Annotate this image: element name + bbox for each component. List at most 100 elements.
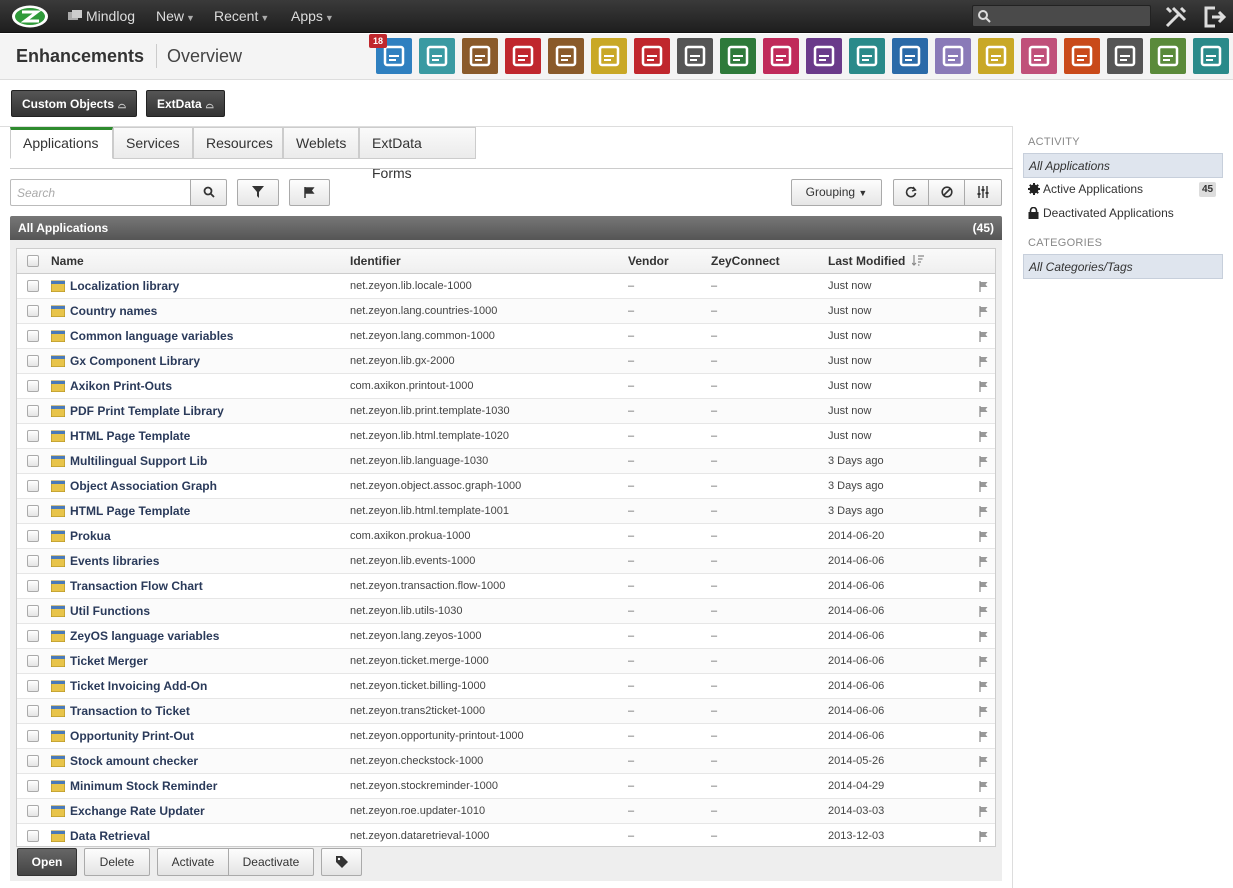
column-header-name[interactable]: Name xyxy=(51,249,84,274)
logout-icon[interactable] xyxy=(1201,4,1227,30)
filter-button[interactable] xyxy=(237,179,279,206)
column-header-identifier[interactable]: Identifier xyxy=(350,249,401,274)
row-checkbox[interactable] xyxy=(27,455,39,467)
table-row[interactable]: Multilingual Support Lib net.zeyon.lib.la… xyxy=(17,449,995,474)
app-name[interactable]: HTML Page Template xyxy=(70,499,345,524)
price-tag-icon[interactable] xyxy=(1150,38,1186,74)
app-name[interactable]: Object Association Graph xyxy=(70,474,345,499)
open-button[interactable]: Open xyxy=(17,848,77,876)
table-row[interactable]: Transaction to Ticket net.zeyon.trans2tic… xyxy=(17,699,995,724)
table-row[interactable]: Minimum Stock Reminder net.zeyon.stockrem… xyxy=(17,774,995,799)
search-button[interactable] xyxy=(190,179,227,206)
flag-icon[interactable] xyxy=(979,681,989,692)
table-row[interactable]: HTML Page Template net.zeyon.lib.html.tem… xyxy=(17,424,995,449)
calendar-icon[interactable] xyxy=(505,38,541,74)
row-checkbox[interactable] xyxy=(27,780,39,792)
custom-objects-button[interactable]: Custom Objects ⌓ xyxy=(11,90,137,117)
flag-icon[interactable] xyxy=(979,781,989,792)
table-row[interactable]: Events libraries net.zeyon.lib.events-100… xyxy=(17,549,995,574)
row-checkbox[interactable] xyxy=(27,330,39,342)
app-name[interactable]: Opportunity Print-Out xyxy=(70,724,345,749)
flag-icon[interactable] xyxy=(979,731,989,742)
table-row[interactable]: Stock amount checker net.zeyon.checkstock… xyxy=(17,749,995,774)
flag-icon[interactable] xyxy=(979,631,989,642)
truck-icon[interactable] xyxy=(849,38,885,74)
row-checkbox[interactable] xyxy=(27,680,39,692)
sidebar-item-deactivated-applications[interactable]: Deactivated Applications xyxy=(1028,203,1174,223)
row-checkbox[interactable] xyxy=(27,705,39,717)
notes-edit-icon[interactable] xyxy=(677,38,713,74)
app-name[interactable]: Axikon Print-Outs xyxy=(70,374,345,399)
table-row[interactable]: Data Retrieval net.zeyon.dataretrieval-10… xyxy=(17,824,995,846)
table-row[interactable]: Prokua com.axikon.prokua-1000 – – 2014-06-20 xyxy=(17,524,995,549)
app-name[interactable]: HTML Page Template xyxy=(70,424,345,449)
app-name[interactable]: Common language variables xyxy=(70,324,345,349)
app-name[interactable]: Ticket Merger xyxy=(70,649,345,674)
new-menu[interactable]: New ▼ xyxy=(156,0,195,33)
table-row[interactable]: Opportunity Print-Out net.zeyon.opportuni… xyxy=(17,724,995,749)
table-row[interactable]: Object Association Graph net.zeyon.object… xyxy=(17,474,995,499)
table-row[interactable]: Util Functions net.zeyon.lib.utils-1030 – –… xyxy=(17,599,995,624)
row-checkbox[interactable] xyxy=(27,555,39,567)
tab-extdata-forms[interactable]: ExtData Forms xyxy=(359,127,476,181)
contacts-at-icon[interactable] xyxy=(419,38,455,74)
deactivate-button[interactable]: Deactivate xyxy=(228,848,314,876)
row-checkbox[interactable] xyxy=(27,655,39,667)
tab-weblets[interactable]: Weblets xyxy=(283,127,359,159)
row-checkbox[interactable] xyxy=(27,755,39,767)
dollar-icon[interactable] xyxy=(806,38,842,74)
row-checkbox[interactable] xyxy=(27,630,39,642)
column-header-zeyconnect[interactable]: ZeyConnect xyxy=(711,249,780,274)
row-checkbox[interactable] xyxy=(27,480,39,492)
documents-icon[interactable] xyxy=(935,38,971,74)
row-checkbox[interactable] xyxy=(27,305,39,317)
row-checkbox[interactable] xyxy=(27,355,39,367)
bookmark-icon[interactable] xyxy=(720,38,756,74)
table-row[interactable]: Axikon Print-Outs com.axikon.printout-100… xyxy=(17,374,995,399)
inventory-icon[interactable] xyxy=(1107,38,1143,74)
flag-icon[interactable] xyxy=(979,581,989,592)
flag-icon[interactable] xyxy=(979,331,989,342)
tab-applications[interactable]: Applications xyxy=(10,127,113,159)
app-name[interactable]: Gx Component Library xyxy=(70,349,345,374)
row-checkbox[interactable] xyxy=(27,405,39,417)
app-name[interactable]: Stock amount checker xyxy=(70,749,345,774)
app-name[interactable]: Country names xyxy=(70,299,345,324)
flag-icon[interactable] xyxy=(979,481,989,492)
tab-services[interactable]: Services xyxy=(113,127,193,159)
tasks-folder-icon[interactable] xyxy=(548,38,584,74)
column-header-last-modified[interactable]: Last Modified xyxy=(828,249,924,274)
tag-button[interactable] xyxy=(321,848,362,876)
reset-button[interactable] xyxy=(928,179,965,206)
checklist-icon[interactable] xyxy=(591,38,627,74)
row-checkbox[interactable] xyxy=(27,430,39,442)
column-header-vendor[interactable]: Vendor xyxy=(628,249,669,274)
flag-icon[interactable] xyxy=(979,556,989,567)
table-row[interactable]: Common language variables net.zeyon.lang.… xyxy=(17,324,995,349)
app-name[interactable]: Prokua xyxy=(70,524,345,549)
flag-icon[interactable] xyxy=(979,656,989,667)
table-row[interactable]: ZeyOS language variables net.zeyon.lang.z… xyxy=(17,624,995,649)
row-checkbox[interactable] xyxy=(27,805,39,817)
contract-icon[interactable] xyxy=(978,38,1014,74)
zeyos-logo-icon[interactable] xyxy=(10,4,50,29)
flag-icon[interactable] xyxy=(979,706,989,717)
columns-settings-button[interactable] xyxy=(964,179,1002,206)
table-row[interactable]: Country names net.zeyon.lang.countries-10… xyxy=(17,299,995,324)
row-checkbox[interactable] xyxy=(27,380,39,392)
row-checkbox[interactable] xyxy=(27,580,39,592)
sidebar-item-all-applications[interactable]: All Applications xyxy=(1023,153,1223,178)
app-name[interactable]: Data Retrieval xyxy=(70,824,345,846)
recent-menu[interactable]: Recent ▼ xyxy=(214,0,269,33)
flag-filter-button[interactable] xyxy=(289,179,330,206)
flag-icon[interactable] xyxy=(979,356,989,367)
table-row[interactable]: HTML Page Template net.zeyon.lib.html.tem… xyxy=(17,499,995,524)
flag-icon[interactable] xyxy=(979,506,989,517)
flag-icon[interactable] xyxy=(979,431,989,442)
row-checkbox[interactable] xyxy=(27,530,39,542)
tab-resources[interactable]: Resources xyxy=(193,127,283,159)
app-name[interactable]: PDF Print Template Library xyxy=(70,399,345,424)
support-icon[interactable] xyxy=(892,38,928,74)
app-name[interactable]: Multilingual Support Lib xyxy=(70,449,345,474)
address-book-icon[interactable] xyxy=(462,38,498,74)
